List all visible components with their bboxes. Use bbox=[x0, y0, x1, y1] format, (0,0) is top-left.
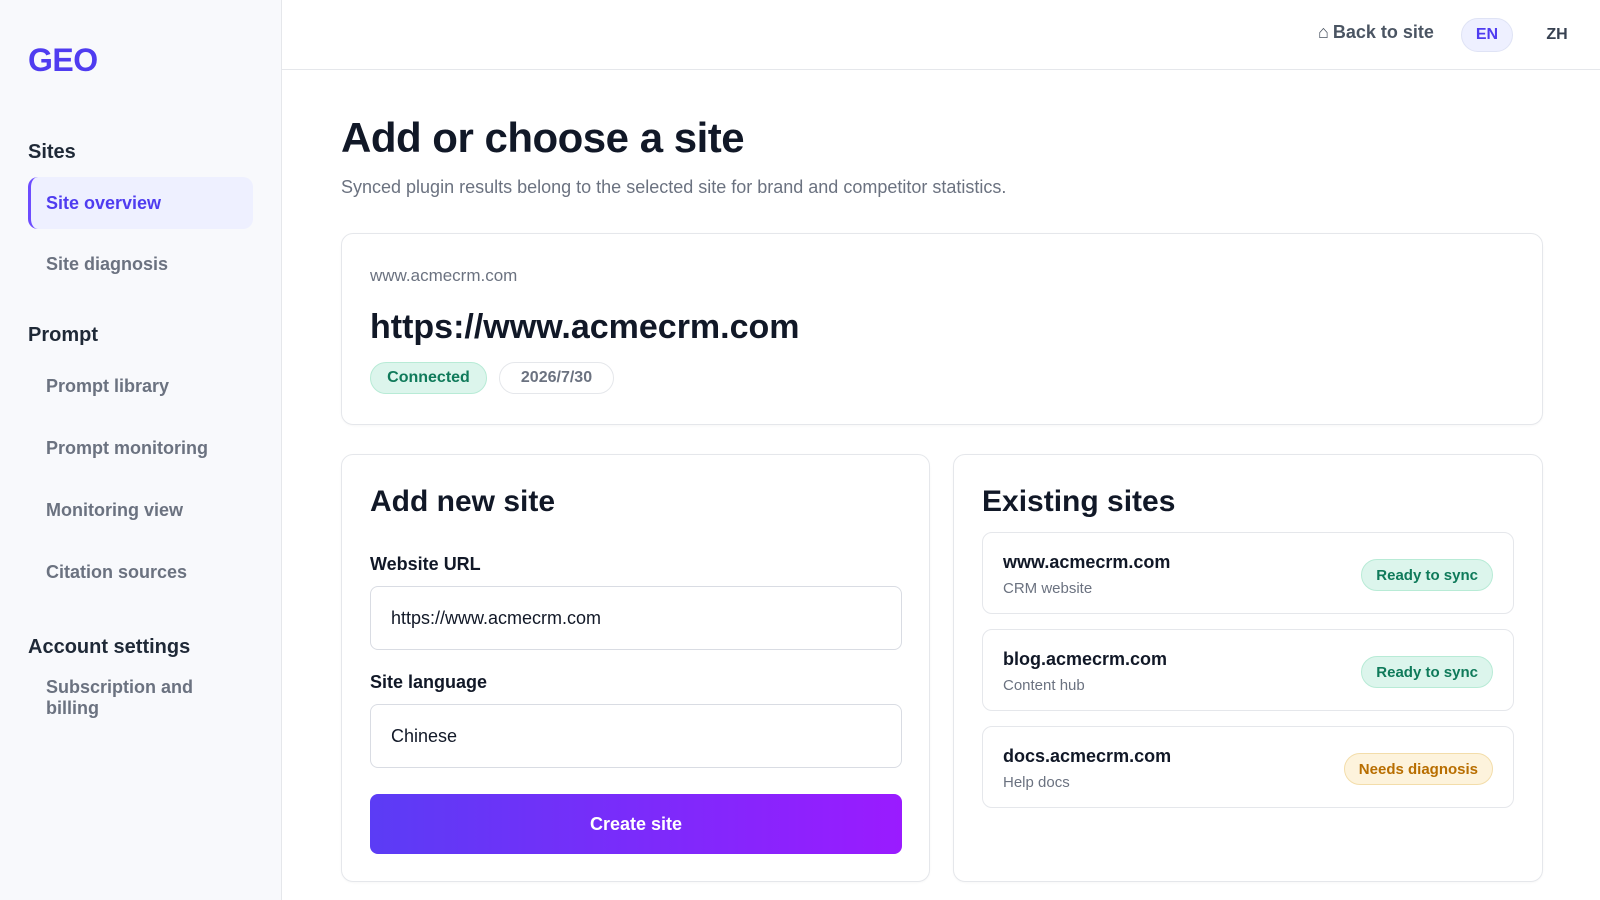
add-site-title: Add new site bbox=[370, 485, 556, 518]
main-content: Add or choose a site Synced plugin resul… bbox=[282, 70, 1600, 900]
sidebar-item-site-overview[interactable]: Site overview bbox=[28, 177, 253, 229]
back-to-site-label: Back to site bbox=[1332, 22, 1434, 42]
site-row-name: www.acmecrm.com bbox=[1003, 552, 1171, 572]
sidebar-item-citation-sources[interactable]: Citation sources bbox=[28, 546, 253, 598]
site-row-desc: Content hub bbox=[1003, 677, 1085, 694]
section-title-prompt: Prompt bbox=[28, 324, 98, 346]
section-title-account: Account settings bbox=[28, 636, 191, 658]
app-logo[interactable]: GEO bbox=[28, 42, 98, 79]
site-row-name: docs.acmecrm.com bbox=[1003, 746, 1172, 766]
website-url-label: Website URL bbox=[370, 554, 481, 574]
site-language-label: Site language bbox=[370, 672, 488, 692]
existing-sites-title: Existing sites bbox=[982, 485, 1176, 518]
status-badge: Ready to sync bbox=[1361, 559, 1493, 591]
sidebar-item-prompt-library[interactable]: Prompt library bbox=[28, 360, 253, 412]
add-site-card: Add new site Website URL https://www.acm… bbox=[341, 454, 930, 882]
home-icon: ⌂ bbox=[1318, 22, 1329, 42]
site-row-blog[interactable]: blog.acmecrm.com Content hub Ready to sy… bbox=[982, 629, 1514, 711]
current-site-url: https://www.acmecrm.com bbox=[370, 308, 800, 346]
top-bar: ⌂ Back to site EN ZH bbox=[282, 0, 1600, 70]
sidebar-item-subscription[interactable]: Subscription and billing bbox=[28, 672, 228, 724]
current-site-card: www.acmecrm.com https://www.acmecrm.com … bbox=[341, 233, 1543, 425]
date-badge: 2026/7/30 bbox=[499, 362, 614, 394]
website-url-input[interactable]: https://www.acmecrm.com bbox=[370, 586, 902, 650]
existing-sites-card: Existing sites www.acmecrm.com CRM websi… bbox=[953, 454, 1543, 882]
status-badge: Ready to sync bbox=[1361, 656, 1493, 688]
page-title: Add or choose a site bbox=[341, 114, 745, 161]
site-row-desc: Help docs bbox=[1003, 774, 1070, 791]
sidebar-item-site-diagnosis[interactable]: Site diagnosis bbox=[28, 238, 253, 290]
sidebar-item-prompt-monitoring[interactable]: Prompt monitoring bbox=[28, 422, 253, 474]
lang-zh-button[interactable]: ZH bbox=[1537, 18, 1577, 52]
site-row-name: blog.acmecrm.com bbox=[1003, 649, 1168, 669]
sidebar-item-monitoring-view[interactable]: Monitoring view bbox=[28, 484, 253, 536]
site-row-desc: CRM website bbox=[1003, 580, 1093, 597]
connected-badge: Connected bbox=[370, 362, 487, 394]
current-site-domain: www.acmecrm.com bbox=[370, 266, 518, 285]
sidebar: GEO Sites Site overview Site diagnosis P… bbox=[0, 0, 282, 900]
create-site-button[interactable]: Create site bbox=[370, 794, 902, 854]
back-to-site-link[interactable]: ⌂ Back to site bbox=[1318, 22, 1434, 43]
site-row-docs[interactable]: docs.acmecrm.com Help docs Needs diagnos… bbox=[982, 726, 1514, 808]
site-language-select[interactable]: Chinese bbox=[370, 704, 902, 768]
status-badge: Needs diagnosis bbox=[1343, 753, 1493, 785]
section-title-sites: Sites bbox=[28, 141, 76, 163]
site-row-www[interactable]: www.acmecrm.com CRM website Ready to syn… bbox=[982, 532, 1514, 614]
page-subtitle: Synced plugin results belong to the sele… bbox=[341, 177, 1007, 197]
lang-en-button[interactable]: EN bbox=[1461, 18, 1513, 52]
